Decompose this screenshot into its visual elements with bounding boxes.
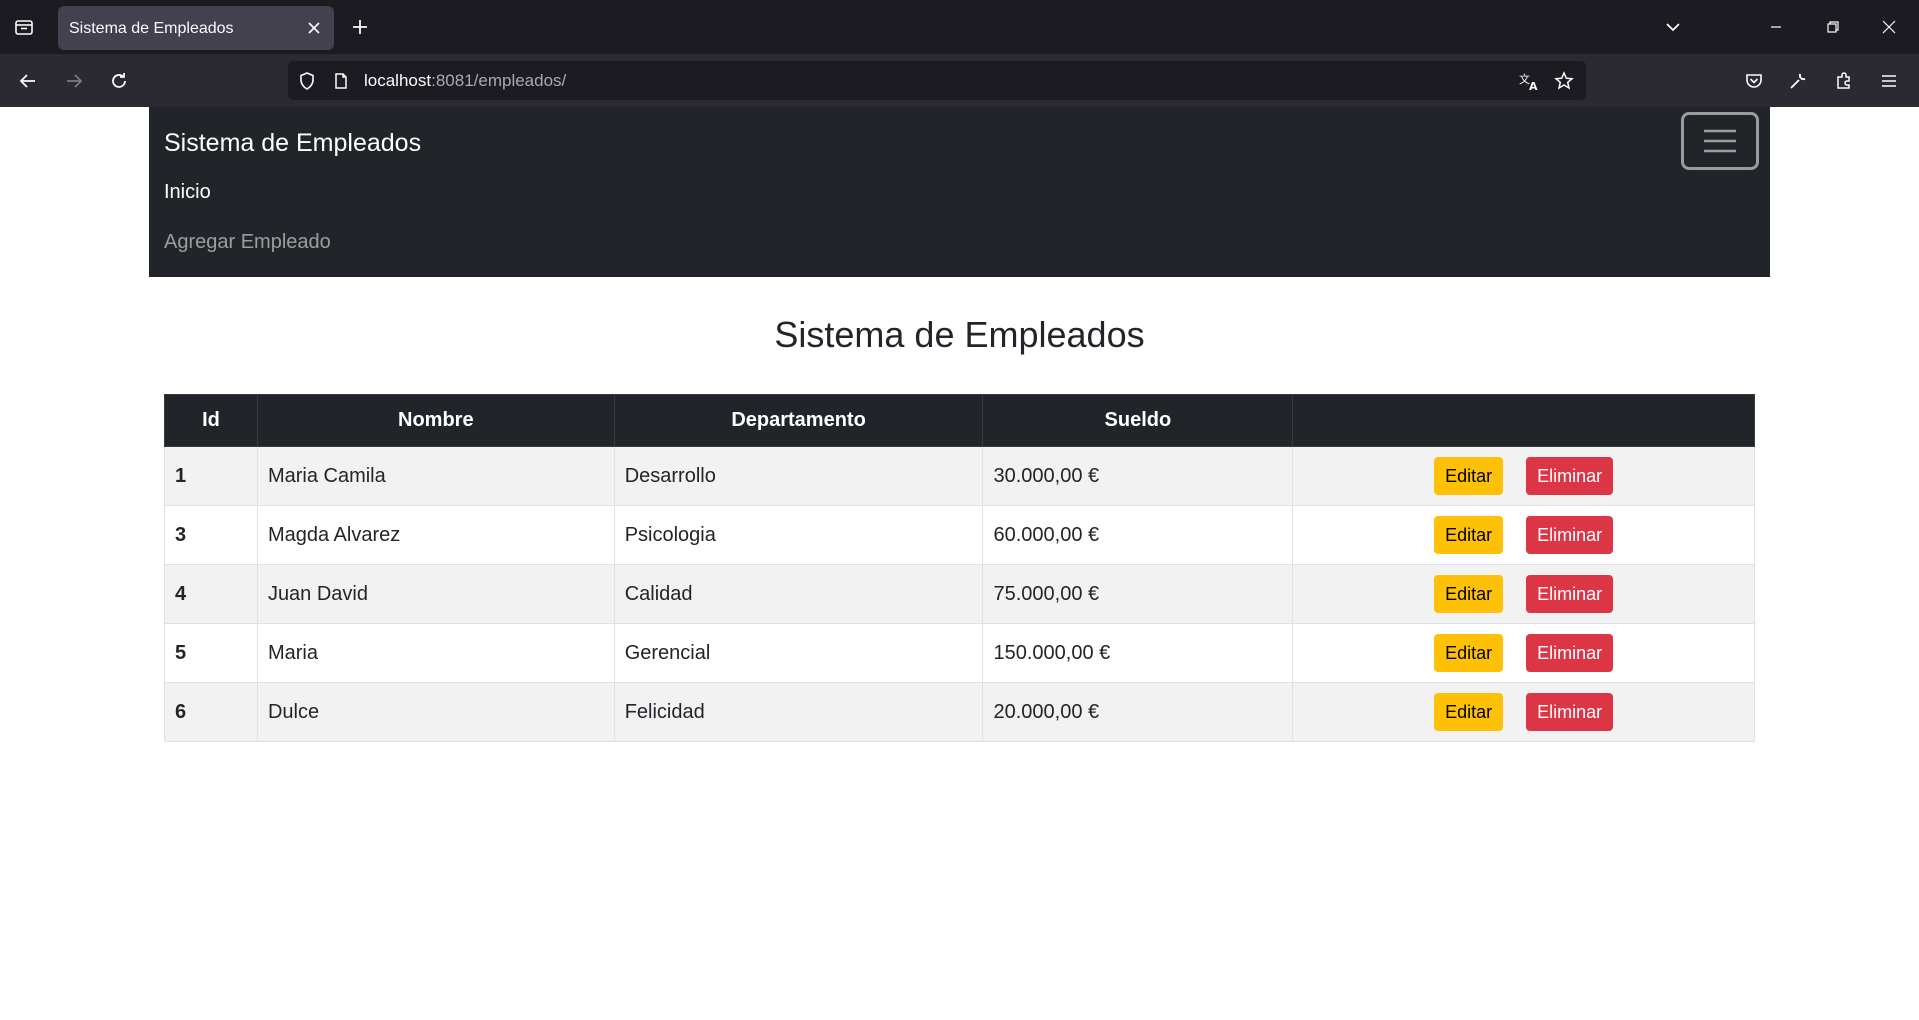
cell-id: 1 [164, 446, 258, 506]
url-bar[interactable]: localhost:8081/empleados/ 文 A [288, 61, 1586, 100]
browser-tab-active[interactable]: Sistema de Empleados [58, 6, 334, 50]
tab-list-icon [15, 20, 33, 35]
delete-button[interactable]: Eliminar [1526, 634, 1614, 672]
url-path: :8081/empleados/ [431, 71, 567, 90]
tab-list-button[interactable] [8, 11, 40, 43]
delete-button[interactable]: Eliminar [1526, 575, 1614, 613]
extensions-button[interactable] [1826, 64, 1862, 98]
minimize-button[interactable] [1758, 9, 1794, 45]
arrow-left-icon [19, 74, 35, 88]
table-header-row: Id Nombre Departamento Sueldo [164, 394, 1755, 447]
plus-icon [353, 20, 367, 34]
cell-id: 6 [164, 682, 258, 742]
devtools-button[interactable] [1780, 64, 1816, 98]
column-header-departamento: Departamento [613, 394, 984, 447]
table-row: 5 Maria Gerencial 150.000,00 € Editar Eli… [164, 623, 1755, 683]
cell-nombre: Juan David [256, 564, 615, 624]
cell-nombre: Magda Alvarez [256, 505, 615, 565]
close-icon [1882, 20, 1896, 34]
edit-button[interactable]: Editar [1434, 634, 1504, 672]
cell-sueldo: 20.000,00 € [982, 682, 1294, 742]
cell-id: 5 [164, 623, 258, 683]
edit-button[interactable]: Editar [1434, 516, 1504, 554]
tab-close-button[interactable] [304, 18, 324, 38]
window-close-button[interactable] [1871, 9, 1907, 45]
cell-departamento: Desarrollo [613, 446, 984, 506]
restore-button[interactable] [1815, 9, 1851, 45]
pocket-button[interactable] [1736, 64, 1772, 98]
cell-actions: Editar Eliminar [1292, 682, 1755, 742]
url-text[interactable]: localhost:8081/empleados/ [364, 71, 566, 91]
page-title: Sistema de Empleados [774, 314, 1145, 355]
edit-button[interactable]: Editar [1434, 457, 1504, 495]
chevron-down-icon [1666, 23, 1680, 32]
wrench-icon [1790, 73, 1806, 89]
table-row: 3 Magda Alvarez Psicologia 60.000,00 € E… [164, 505, 1755, 565]
delete-button[interactable]: Eliminar [1526, 693, 1614, 731]
app-navbar: Sistema de Empleados Inicio Agregar Empl… [149, 107, 1770, 277]
cell-nombre: Maria [256, 623, 615, 683]
cell-departamento: Calidad [613, 564, 984, 624]
cell-sueldo: 30.000,00 € [982, 446, 1294, 506]
bookmark-star-icon[interactable] [1553, 70, 1575, 92]
column-header-nombre: Nombre [256, 394, 615, 447]
forward-button[interactable] [56, 64, 92, 98]
close-icon [308, 22, 320, 34]
cell-departamento: Psicologia [613, 505, 984, 565]
cell-actions: Editar Eliminar [1292, 446, 1755, 506]
cell-actions: Editar Eliminar [1292, 505, 1755, 565]
delete-button[interactable]: Eliminar [1526, 457, 1614, 495]
edit-button[interactable]: Editar [1434, 693, 1504, 731]
cell-id: 3 [164, 505, 258, 565]
cell-nombre: Maria Camila [256, 446, 615, 506]
browser-tab-bar: Sistema de Empleados [0, 0, 1919, 54]
table-row: 6 Dulce Felicidad 20.000,00 € Editar Elim… [164, 682, 1755, 742]
column-header-id: Id [164, 394, 258, 447]
cell-sueldo: 150.000,00 € [982, 623, 1294, 683]
nav-link-inicio[interactable]: Inicio [164, 181, 211, 204]
shield-icon[interactable] [296, 70, 318, 92]
cell-id: 4 [164, 564, 258, 624]
svg-text:A: A [1529, 80, 1538, 92]
cell-actions: Editar Eliminar [1292, 623, 1755, 683]
cell-departamento: Felicidad [613, 682, 984, 742]
table-header: Id Nombre Departamento Sueldo [164, 394, 1755, 447]
table-body: 1 Maria Camila Desarrollo 30.000,00 € Ed… [164, 446, 1755, 742]
arrow-right-icon [67, 74, 83, 88]
delete-button[interactable]: Eliminar [1526, 516, 1614, 554]
nav-link-agregar-empleado[interactable]: Agregar Empleado [164, 231, 331, 254]
hamburger-icon [1704, 129, 1736, 153]
navbar-toggler-button[interactable] [1681, 112, 1759, 170]
cell-sueldo: 75.000,00 € [982, 564, 1294, 624]
table-row: 1 Maria Camila Desarrollo 30.000,00 € Ed… [164, 446, 1755, 506]
column-header-acciones [1292, 394, 1755, 447]
puzzle-icon [1837, 72, 1850, 89]
column-header-sueldo: Sueldo [982, 394, 1294, 447]
cell-departamento: Gerencial [613, 623, 984, 683]
cell-nombre: Dulce [256, 682, 615, 742]
page-icon[interactable] [330, 70, 352, 92]
reload-button[interactable] [101, 64, 137, 98]
edit-button[interactable]: Editar [1434, 575, 1504, 613]
reload-icon [112, 73, 126, 88]
navbar-brand[interactable]: Sistema de Empleados [164, 129, 421, 158]
app-menu-button[interactable] [1871, 64, 1907, 98]
employees-table: Id Nombre Departamento Sueldo 1 Maria Ca… [164, 394, 1755, 742]
translate-icon[interactable]: 文 A [1518, 70, 1540, 92]
pocket-icon [1746, 74, 1762, 88]
restore-icon [1827, 21, 1839, 33]
menu-icon [1882, 75, 1896, 87]
new-tab-button[interactable] [344, 11, 376, 43]
cell-actions: Editar Eliminar [1292, 564, 1755, 624]
list-all-tabs-button[interactable] [1655, 9, 1691, 45]
table-row: 4 Juan David Calidad 75.000,00 € Editar E… [164, 564, 1755, 624]
minimize-icon [1771, 26, 1781, 28]
browser-tab-title: Sistema de Empleados [69, 20, 234, 37]
url-host: localhost [364, 71, 432, 90]
cell-sueldo: 60.000,00 € [982, 505, 1294, 565]
back-button[interactable] [10, 64, 46, 98]
